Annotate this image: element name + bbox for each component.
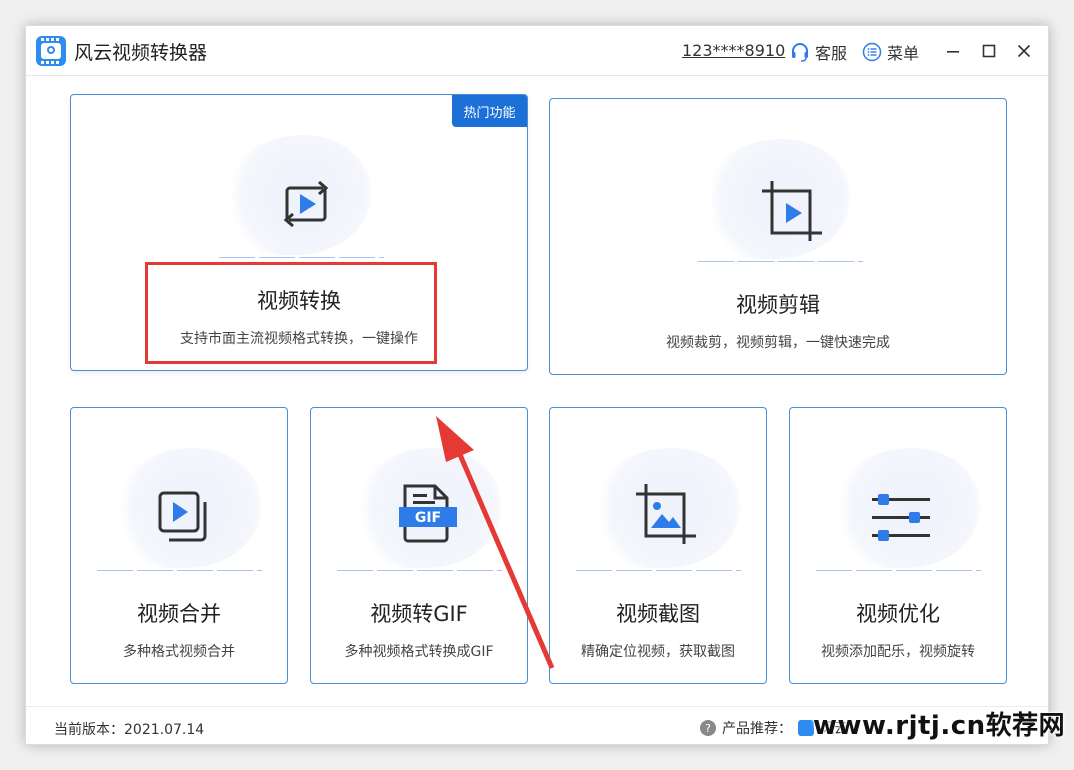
menu-label: 菜单 xyxy=(887,44,920,63)
recommend-label: 产品推荐： xyxy=(722,721,792,737)
highlight-box xyxy=(145,262,437,364)
card-title: 视频截图 xyxy=(616,602,700,626)
card-title: 视频合并 xyxy=(137,602,221,626)
maximize-button[interactable] xyxy=(978,40,1000,62)
card-description: 视频添加配乐，视频旋转 xyxy=(821,644,975,660)
help-question-icon[interactable]: ? xyxy=(700,720,716,736)
icon-underline xyxy=(219,257,384,258)
card-description: 精确定位视频，获取截图 xyxy=(581,644,735,660)
close-button[interactable] xyxy=(1013,40,1035,62)
menu-list-icon xyxy=(862,42,882,62)
icon-underline xyxy=(816,570,981,571)
minimize-icon xyxy=(947,51,959,53)
card-title: 视频剪辑 xyxy=(736,293,820,317)
close-icon xyxy=(1017,44,1031,58)
sliders-icon xyxy=(872,494,930,541)
menu-button[interactable]: 菜单 xyxy=(862,40,919,64)
red-arrow-annotation xyxy=(436,416,555,669)
title-bar: 风云视频转换器 123****8910 客服 菜单 xyxy=(26,26,1048,76)
maximize-icon xyxy=(982,44,996,58)
app-title: 风云视频转换器 xyxy=(74,42,208,64)
merge-icon xyxy=(158,491,207,542)
card-description: 多种格式视频合并 xyxy=(123,644,235,660)
card-description: 视频裁剪，视频剪辑，一键快速完成 xyxy=(666,335,890,351)
crop-icon xyxy=(762,181,822,241)
site-watermark: www.rjtj.cn软荐网 xyxy=(813,711,1066,741)
card-title: 视频优化 xyxy=(856,602,940,626)
account-link[interactable]: 123****8910 xyxy=(682,41,785,60)
headset-icon xyxy=(792,43,808,62)
icon-underline xyxy=(97,570,262,571)
card-video-merge[interactable]: 视频合并 多种格式视频合并 xyxy=(70,407,288,684)
convert-loop-icon xyxy=(283,180,329,228)
crop-image-icon xyxy=(636,484,696,544)
card-video-edit[interactable]: 视频剪辑 视频裁剪，视频剪辑，一键快速完成 xyxy=(549,98,1007,375)
version-label: 当前版本：2021.07.14 xyxy=(54,722,205,738)
icon-underline xyxy=(576,570,741,571)
customer-service-label: 客服 xyxy=(815,44,848,63)
icon-underline xyxy=(698,261,863,262)
card-video-screenshot[interactable]: 视频截图 精确定位视频，获取截图 xyxy=(549,407,767,684)
card-video-optimize[interactable]: 视频优化 视频添加配乐，视频旋转 xyxy=(789,407,1007,684)
app-logo-icon xyxy=(36,36,66,66)
customer-service-button[interactable]: 客服 xyxy=(790,40,847,64)
hot-feature-badge: 热门功能 xyxy=(452,95,527,127)
recommend-app-icon[interactable] xyxy=(798,720,814,736)
minimize-button[interactable] xyxy=(942,40,964,62)
